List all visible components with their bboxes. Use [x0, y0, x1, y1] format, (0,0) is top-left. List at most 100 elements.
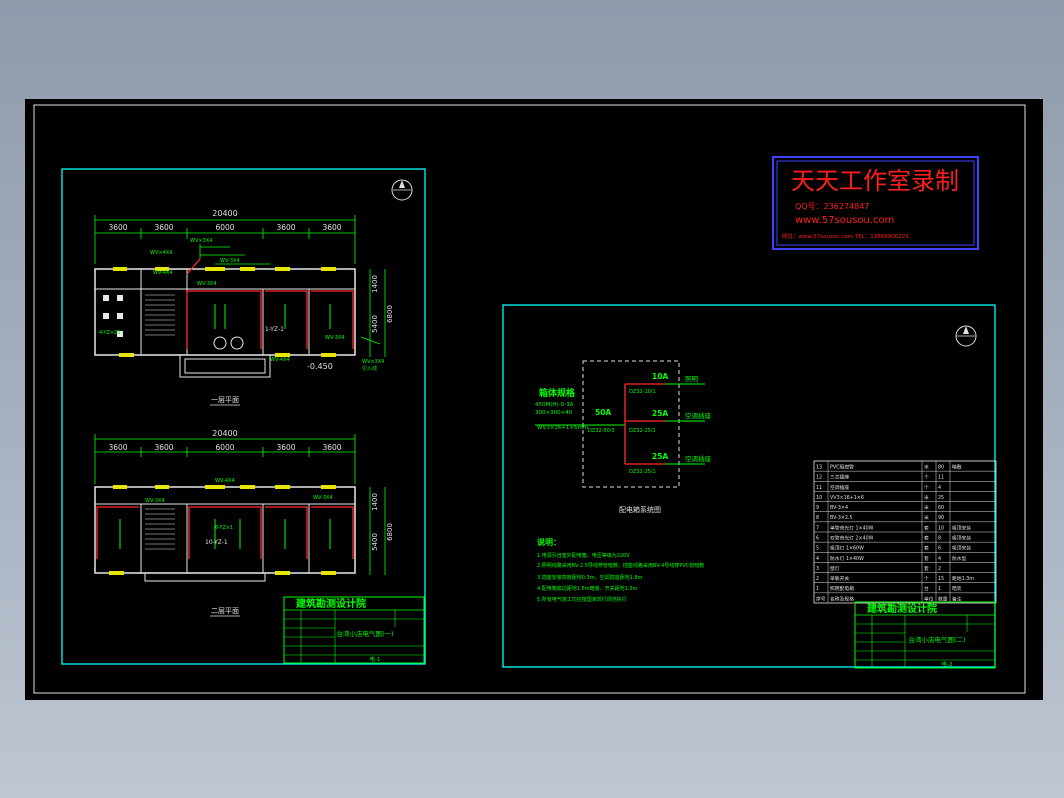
- title-block-left: 建筑勘测设计院 台湾小店电气图(一) 电-1: [283, 596, 425, 664]
- legend-cell: 11: [938, 475, 944, 481]
- legend-cell: 套: [924, 545, 929, 552]
- legend-cell: 照明配电箱: [830, 585, 854, 592]
- plan1-label: WV×3X4: [362, 359, 384, 365]
- branch-rating: 25A: [652, 409, 668, 418]
- dim-depth-total: 6800: [386, 523, 394, 541]
- legend-cell: 10: [938, 525, 944, 531]
- legend-cell: 12: [816, 475, 822, 481]
- legend-cell: 5: [816, 546, 819, 552]
- dim-bay: 3600: [276, 223, 295, 232]
- left-sheet: 20400 3600 3600 6000 3600 3600 1400 5400…: [61, 168, 426, 665]
- dim-bay: 3600: [108, 223, 127, 232]
- watermark-site: www.57sousou.com: [795, 215, 894, 226]
- legend-cell: 4: [938, 556, 941, 562]
- legend-cell: 吸顶安装: [952, 535, 971, 542]
- legend-cell: 米: [924, 464, 929, 471]
- branch-model: DZ32-10/1: [629, 389, 656, 395]
- plan2-label: WV-4X4: [215, 478, 235, 484]
- legend-cell: 防水灯 1×40W: [830, 555, 864, 562]
- legend-cell: 80: [938, 465, 944, 471]
- legend-cell: 套: [924, 565, 929, 572]
- title-block-institute: 建筑勘测设计院: [866, 602, 937, 615]
- legend-cell: 60: [938, 505, 944, 511]
- plan2-label: 10-YZ-1: [205, 539, 228, 546]
- elevation-mark: -0.450: [307, 362, 333, 371]
- legend-header-cell: 数量: [938, 595, 948, 602]
- panel-spec: 450M(H)-0-3A: [535, 402, 574, 408]
- cad-viewport[interactable]: 20400 3600 3600 6000 3600 3600 1400 5400…: [25, 99, 1043, 700]
- legend-cell: 壁灯: [830, 565, 840, 572]
- legend-cell: 米: [924, 494, 929, 501]
- legend-cell: 三芯插座: [830, 474, 849, 481]
- legend-cell: PVC阻燃管: [830, 464, 854, 471]
- plan1-label: WV×3X4: [190, 238, 212, 244]
- legend-cell: 9: [816, 505, 819, 511]
- legend-cell: BV-3×2.5: [830, 515, 853, 521]
- legend-cell: 6: [938, 546, 941, 552]
- legend-cell: 1: [938, 586, 941, 592]
- legend-cell: 单管荧光灯 1×40W: [830, 524, 874, 531]
- panel-spec: 300×300×40: [535, 410, 573, 416]
- legend-header-cell: 序号: [816, 595, 826, 602]
- branch-model: DZ32-25/1: [629, 428, 656, 434]
- branch-rating: 10A: [652, 372, 668, 381]
- legend-cell: 吸顶安装: [952, 545, 971, 552]
- dim-depth-a: 1400: [371, 493, 379, 511]
- plan1-label: 1-YZ-1: [265, 326, 284, 333]
- note-line: 4.配电箱底边距地1.5m暗装，开关距地1.3m: [537, 585, 638, 592]
- legend-cell: 防水型: [952, 555, 967, 562]
- branch-model: DZ32-25/1: [629, 469, 656, 475]
- legend-cell: 2: [816, 576, 819, 582]
- plan2-label: 6-YZ×1: [215, 525, 233, 531]
- dim-bay: 6000: [215, 443, 234, 452]
- legend-header-cell: 备注: [952, 595, 962, 602]
- plan1-label: 4-YZ×25: [99, 330, 120, 336]
- main-breaker-rating: 50A: [595, 408, 611, 417]
- branch-load: 空调插座: [685, 454, 712, 463]
- note-line: 3.插座安装高度距地0.3m，空调插座距地1.8m: [537, 574, 643, 581]
- legend-cell: 13: [816, 465, 822, 471]
- legend-cell: 套: [924, 555, 929, 562]
- plan1-label: WV-4X4: [270, 357, 290, 363]
- material-legend-table: 13 PVC阻燃管米 80 暗敷12 三芯插座个 1111 空调插座个 410 VV3×16+1…: [813, 460, 997, 604]
- plan1-label: 引入线: [362, 365, 377, 372]
- first-floor-caption: 一层平面: [211, 396, 239, 404]
- dim-total: 20400: [212, 209, 237, 218]
- branch-load: 照明: [685, 375, 699, 383]
- legend-cell: 2: [938, 566, 941, 572]
- legend-cell: 3: [816, 566, 819, 572]
- legend-header-cell: 单位: [924, 595, 934, 602]
- design-notes: 说明： 1.电源引自室外配电箱，电压等级为220V 2.照明线路采用BV-2.5…: [537, 537, 704, 603]
- plan1-label: WV-3X4: [325, 335, 345, 341]
- schematic-caption: 配电箱系统图: [619, 505, 661, 514]
- second-floor-plan: 20400 3600 3600 6000 3600 3600 1400 5400…: [94, 429, 394, 617]
- title-block-sheet-no: 电-2: [942, 660, 953, 668]
- title-block-institute: 建筑勘测设计院: [295, 597, 366, 610]
- legend-cell: 1: [816, 586, 819, 592]
- legend-cell: 11: [816, 485, 822, 491]
- legend-cell: 4: [938, 485, 941, 491]
- dim-bay: 3600: [276, 443, 295, 452]
- plan2-label: WV-3X4: [313, 495, 333, 501]
- first-floor-plan: 20400 3600 3600 6000 3600 3600 1400 5400…: [94, 209, 394, 406]
- legend-cell: 10: [816, 495, 822, 501]
- legend-cell: 个: [924, 485, 929, 491]
- watermark-title: 天天工作室录制: [791, 167, 959, 195]
- legend-cell: 25: [938, 495, 944, 501]
- legend-cell: 暗装: [952, 585, 962, 592]
- dim-depth-b: 5400: [371, 315, 379, 333]
- left-sheet-border: [61, 168, 426, 665]
- legend-cell: 距地1.3m: [952, 575, 974, 582]
- legend-cell: 米: [924, 514, 929, 521]
- dim-bay: 3600: [108, 443, 127, 452]
- note-line: 1.电源引自室外配电箱，电压等级为220V: [537, 552, 630, 559]
- legend-cell: 吸顶安装: [952, 524, 971, 531]
- title-block-drawing-title: 台湾小店电气图(一): [336, 629, 393, 638]
- dim-depth-b: 5400: [371, 533, 379, 551]
- north-arrow-icon: [391, 179, 413, 201]
- legend-cell: BV-3×4: [830, 505, 848, 511]
- legend-cell: VV3×16+1×6: [830, 495, 864, 501]
- legend-cell: 套: [924, 524, 929, 531]
- panel-spec: WV3×16+1×6mm: [537, 425, 588, 431]
- legend-header-cell: 名称及规格: [830, 595, 854, 602]
